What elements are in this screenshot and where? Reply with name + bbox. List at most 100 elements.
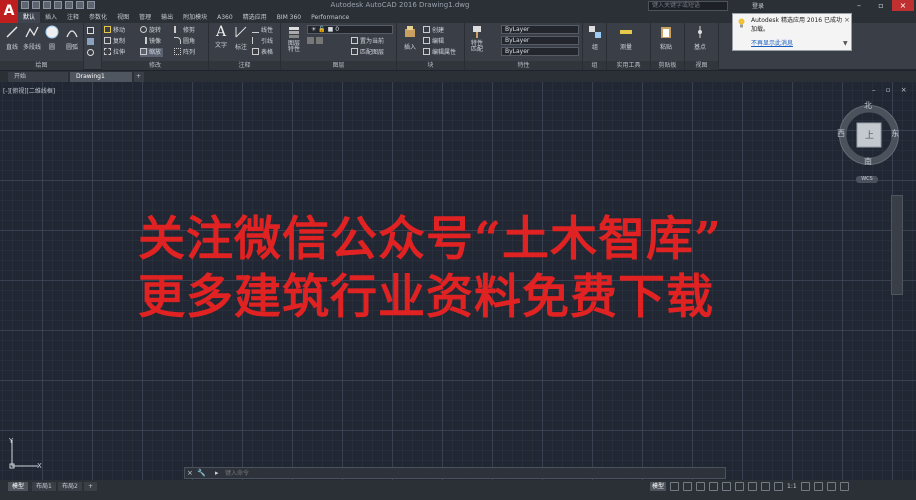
array-button[interactable]: 阵列 [174,48,195,57]
tab-manage[interactable]: 管理 [134,12,156,23]
layout-tab-layout1[interactable]: 布局1 [32,482,56,491]
tab-bim360[interactable]: BIM 360 [272,12,306,23]
arc-button[interactable]: 圆弧 [61,25,83,51]
edit-attributes-button[interactable]: 编辑属性 [423,48,456,57]
open-icon[interactable] [32,1,40,9]
panel-clipboard-title[interactable]: 剪贴板 [651,61,684,70]
tab-annotate[interactable]: 注释 [62,12,84,23]
layer-tools-icon[interactable] [307,37,325,46]
search-input[interactable]: 键入关键字或短语 [648,1,728,11]
layout-tab-model[interactable]: 模型 [8,482,29,491]
new-tab-button[interactable]: + [134,72,144,82]
create-block-button[interactable]: 创建 [423,26,444,35]
circle-button[interactable]: 圆 [41,25,63,51]
panel-block-title[interactable]: 块 [397,61,464,70]
hatch-icon[interactable] [87,38,96,47]
text-button[interactable]: A 文字 [210,25,232,49]
login-button[interactable]: 登录 [752,1,764,10]
command-history-icon[interactable]: ▸ [215,468,219,478]
viewcube-top-face[interactable]: 上 [865,128,874,141]
maximize-button[interactable]: ▫ [870,0,892,11]
close-button[interactable]: × [892,0,914,11]
copy-button[interactable]: 复制 [104,37,125,46]
tab-default[interactable]: 默认 [18,12,41,23]
undo-icon[interactable] [76,1,84,9]
line-button[interactable]: 直线 [1,25,23,51]
tab-insert[interactable]: 插入 [40,12,62,23]
customize-icon[interactable] [839,482,849,491]
viewcube-south[interactable]: 南 [864,156,872,167]
viewport-window-controls[interactable]: – ▫ × [872,86,911,94]
layer-properties-button[interactable]: 图层特性 [283,25,305,53]
linetype-dropdown[interactable]: ByLayer [501,47,579,56]
clean-screen-icon[interactable] [826,482,836,491]
grid-icon[interactable] [670,482,680,491]
tab-start[interactable]: 开始 [8,72,68,82]
panel-view-title[interactable]: 视图 [685,61,718,70]
viewcube[interactable]: 北 南 东 西 上 [834,100,904,170]
ortho-icon[interactable] [696,482,706,491]
command-customize-icon[interactable]: 🔧 [197,468,206,478]
annotation-visibility-icon[interactable] [761,482,771,491]
set-current-button[interactable]: 置为当前 [351,37,384,46]
model-space-toggle[interactable]: 模型 [650,482,667,491]
edit-block-button[interactable]: 编辑 [423,37,444,46]
linear-button[interactable]: 线性 [252,26,273,35]
redo-icon[interactable] [87,1,95,9]
trim-button[interactable]: 修剪 [174,26,195,35]
save-as-icon[interactable] [54,1,62,9]
leader-button[interactable]: 引线 [252,37,273,46]
insert-button[interactable]: 插入 [399,25,421,51]
hardware-acceleration-icon[interactable] [813,482,823,491]
tab-performance[interactable]: Performance [306,12,354,23]
base-point-button[interactable]: 基点 [689,25,711,51]
move-button[interactable]: 移动 [104,26,125,35]
match-properties-button[interactable]: 特性匹配 [466,25,488,53]
measure-button[interactable]: 测量 [615,25,637,51]
tab-view[interactable]: 视图 [112,12,134,23]
command-input[interactable] [225,469,715,478]
new-icon[interactable] [21,1,29,9]
table-button[interactable]: 表格 [252,48,273,57]
layer-dropdown[interactable]: ☀ 🔓 ■ 0 [307,25,393,34]
panel-draw-title[interactable]: 绘图 [0,61,83,70]
osnap-icon[interactable] [722,482,732,491]
panel-groups-title[interactable]: 组 [583,61,606,70]
polyline-button[interactable]: 多段线 [21,25,43,51]
panel-layers-title[interactable]: 图层 [281,61,396,70]
tab-a360[interactable]: A360 [212,12,238,23]
match-layer-button[interactable]: 匹配图层 [351,48,384,57]
dimension-button[interactable]: 标注 [230,25,252,51]
panel-annotation-title[interactable]: 注释 [209,61,280,70]
viewcube-east[interactable]: 东 [891,128,899,139]
layout-tab-layout2[interactable]: 布局2 [58,482,82,491]
scale-button[interactable]: 缩放 [140,48,164,57]
wcs-menu[interactable]: WCS [856,176,878,183]
rectangle-icon[interactable] [87,27,96,36]
command-close-icon[interactable]: × [187,468,193,478]
tab-featured-apps[interactable]: 精选应用 [238,12,272,23]
transparency-icon[interactable] [748,482,758,491]
tab-drawing1[interactable]: Drawing1 [70,72,132,82]
annotation-scale[interactable]: 1:1 [787,483,797,490]
snap-icon[interactable] [683,482,693,491]
tab-parametric[interactable]: 参数化 [84,12,112,23]
notification-expand-icon[interactable]: ▼ [843,40,848,47]
plot-icon[interactable] [65,1,73,9]
panel-modify-title[interactable]: 修改 [102,61,208,70]
add-layout-button[interactable]: + [84,482,98,491]
polar-icon[interactable] [709,482,719,491]
notification-close-icon[interactable]: × [844,16,850,24]
fillet-button[interactable]: 圆角 [174,37,195,46]
tab-addins[interactable]: 附加模块 [178,12,212,23]
navigation-bar[interactable] [891,195,903,295]
application-menu-button[interactable]: A [0,0,18,23]
workspace-icon[interactable] [774,482,784,491]
panel-properties-title[interactable]: 特性 [465,61,582,70]
rotate-button[interactable]: 旋转 [140,26,161,35]
lineweight-icon[interactable] [735,482,745,491]
mirror-button[interactable]: 镜像 [140,37,161,46]
save-icon[interactable] [43,1,51,9]
dont-show-again-link[interactable]: 不再显示此消息 [751,38,793,47]
panel-utilities-title[interactable]: 实用工具 [607,61,650,70]
